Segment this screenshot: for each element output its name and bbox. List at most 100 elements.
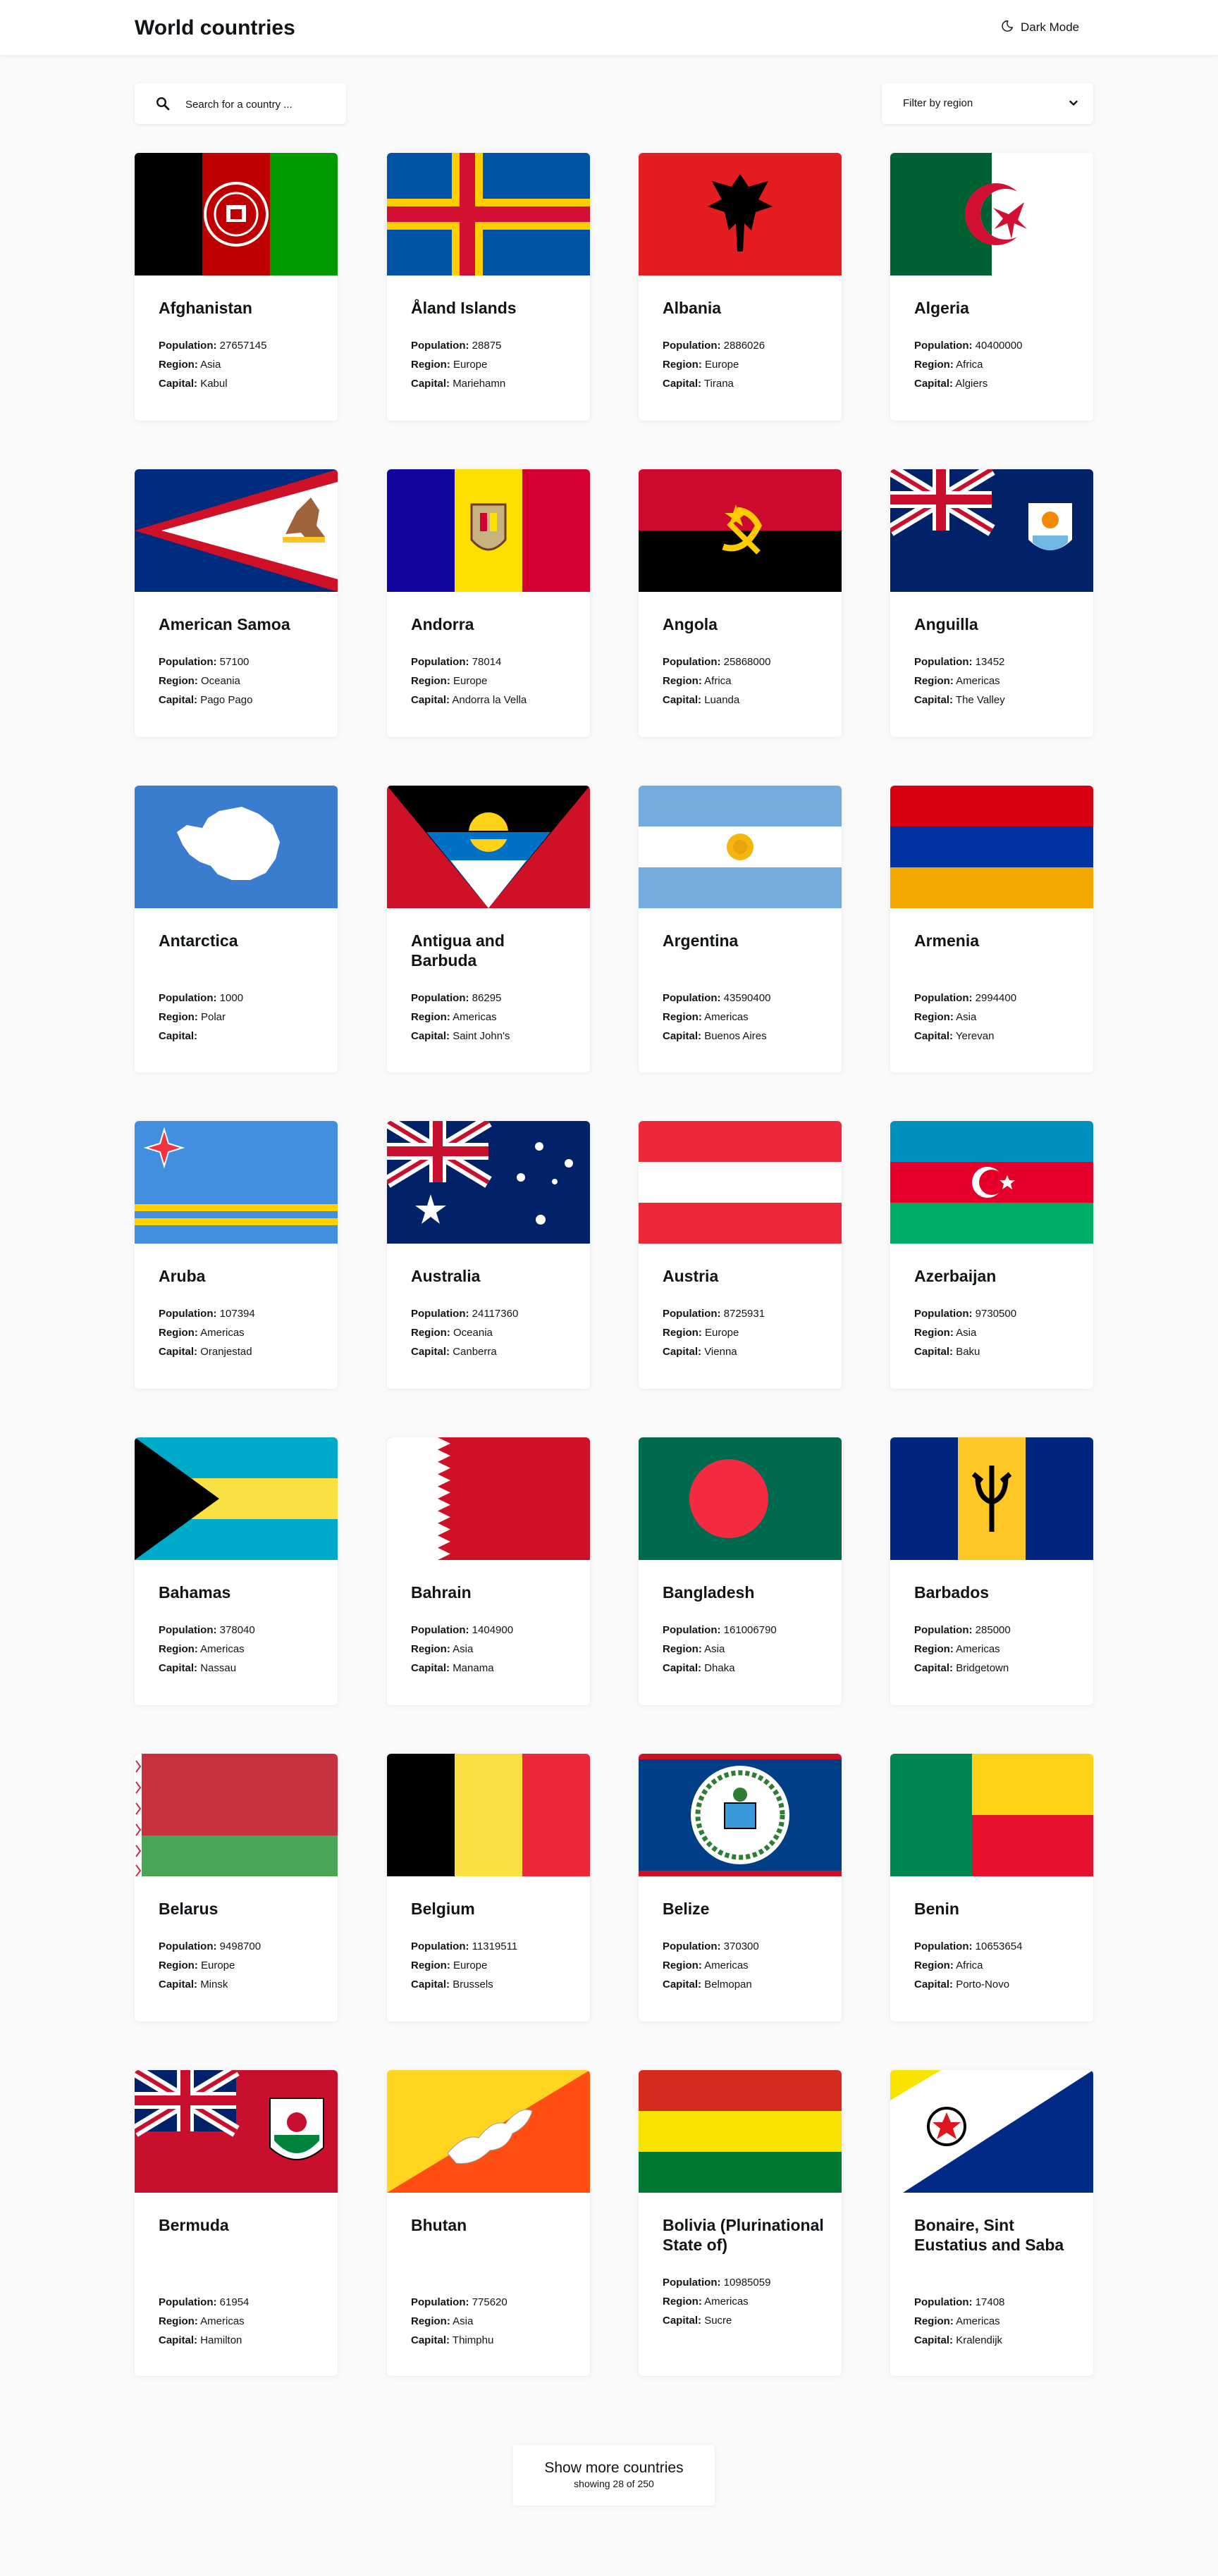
population-value: 10653654 xyxy=(975,1940,1023,1952)
search-box[interactable] xyxy=(135,83,346,125)
country-card[interactable]: American Samoa Population: 57100 Region:… xyxy=(135,469,338,737)
country-name: Afghanistan xyxy=(159,299,252,317)
country-card[interactable]: Armenia Population: 2994400 Region: Asia… xyxy=(890,786,1093,1072)
region-label: Region: xyxy=(411,675,450,687)
search-icon xyxy=(156,97,170,114)
country-name: Belarus xyxy=(159,1900,219,1918)
region-value: Asia xyxy=(453,1643,474,1655)
population-value: 24117360 xyxy=(472,1308,519,1320)
country-card[interactable]: Aruba Population: 107394 Region: America… xyxy=(135,1121,338,1389)
country-card[interactable]: Antarctica Population: 1000 Region: Pola… xyxy=(135,786,338,1072)
country-card[interactable]: Anguilla Population: 13452 Region: Ameri… xyxy=(890,469,1093,737)
population-value: 13452 xyxy=(975,656,1005,668)
capital-value: Buenos Aires xyxy=(704,1030,767,1042)
capital-label: Capital: xyxy=(159,694,198,706)
region-value: Americas xyxy=(956,1643,1000,1655)
capital-label: Capital: xyxy=(914,1346,954,1358)
region-value: Americas xyxy=(704,1011,749,1023)
show-more-button[interactable]: Show more countries showing 28 of 250 xyxy=(513,2445,715,2506)
country-card[interactable]: Afghanistan Population: 27657145 Region:… xyxy=(135,153,338,421)
country-card[interactable]: Albania Population: 2886026 Region: Euro… xyxy=(639,153,842,421)
region-value: Europe xyxy=(453,675,488,687)
country-card[interactable]: Angola Population: 25868000 Region: Afri… xyxy=(639,469,842,737)
andorra-flag xyxy=(387,469,590,592)
capital-label: Capital: xyxy=(914,2334,954,2346)
country-card[interactable]: Algeria Population: 40400000 Region: Afr… xyxy=(890,153,1093,421)
country-card[interactable]: Bolivia (Plurinational State of) Populat… xyxy=(639,2070,842,2376)
country-name: Antigua and Barbuda xyxy=(411,931,505,970)
population-label: Population: xyxy=(159,1940,217,1952)
country-name: Åland Islands xyxy=(411,299,517,317)
capital-label: Capital: xyxy=(159,1979,198,1990)
country-card[interactable]: Bermuda Population: 61954 Region: Americ… xyxy=(135,2070,338,2376)
country-card[interactable]: Bahrain Population: 1404900 Region: Asia… xyxy=(387,1437,590,1705)
region-label: Region: xyxy=(663,2296,702,2308)
country-card[interactable]: Bahamas Population: 378040 Region: Ameri… xyxy=(135,1437,338,1705)
region-value: Africa xyxy=(956,1959,983,1971)
population-value: 1404900 xyxy=(472,1624,514,1636)
capital-value: Yerevan xyxy=(955,1030,995,1042)
region-value: Asia xyxy=(956,1011,977,1023)
population-label: Population: xyxy=(159,340,217,352)
capital-label: Capital: xyxy=(159,1346,198,1358)
country-name: Australia xyxy=(411,1267,481,1285)
country-name: Andorra xyxy=(411,615,474,633)
argentina-flag xyxy=(639,786,842,908)
capital-value: Manama xyxy=(453,1662,494,1674)
search-input[interactable] xyxy=(184,83,342,125)
country-name: American Samoa xyxy=(159,615,290,633)
population-value: 107394 xyxy=(219,1308,255,1320)
country-card[interactable]: Azerbaijan Population: 9730500 Region: A… xyxy=(890,1121,1093,1389)
capital-value: Mariehamn xyxy=(453,378,506,390)
population-value: 1000 xyxy=(219,992,244,1004)
country-card[interactable]: Antigua and Barbuda Population: 86295 Re… xyxy=(387,786,590,1072)
chevron-down-icon xyxy=(1068,97,1079,112)
capital-label: Capital: xyxy=(411,1346,450,1358)
capital-label: Capital: xyxy=(411,2334,450,2346)
region-value: Polar xyxy=(201,1011,226,1023)
capital-label: Capital: xyxy=(159,378,198,390)
country-card[interactable]: Bhutan Population: 775620 Region: Asia C… xyxy=(387,2070,590,2376)
population-value: 775620 xyxy=(472,2296,508,2308)
region-label: Region: xyxy=(159,675,198,687)
antarctica-flag xyxy=(135,786,338,908)
population-value: 17408 xyxy=(975,2296,1005,2308)
region-filter[interactable]: Filter by region xyxy=(882,83,1093,124)
capital-value: Pago Pago xyxy=(200,694,253,706)
population-label: Population: xyxy=(914,1308,973,1320)
country-card[interactable]: Australia Population: 24117360 Region: O… xyxy=(387,1121,590,1389)
country-card[interactable]: Åland Islands Population: 28875 Region: … xyxy=(387,153,590,421)
albania-flag xyxy=(639,153,842,275)
country-name: Azerbaijan xyxy=(914,1267,997,1285)
population-value: 9498700 xyxy=(219,1940,262,1952)
country-card[interactable]: Andorra Population: 78014 Region: Europe… xyxy=(387,469,590,737)
country-name: Barbados xyxy=(914,1583,990,1602)
country-card[interactable]: Austria Population: 8725931 Region: Euro… xyxy=(639,1121,842,1389)
region-value: Oceania xyxy=(453,1327,493,1339)
population-value: 86295 xyxy=(472,992,502,1004)
armenia-flag xyxy=(890,786,1093,908)
country-name: Antarctica xyxy=(159,931,238,950)
dark-mode-toggle[interactable]: Dark Mode xyxy=(1001,17,1079,38)
country-card[interactable]: Bonaire, Sint Eustatius and Saba Populat… xyxy=(890,2070,1093,2376)
region-label: Region: xyxy=(663,1959,702,1971)
region-value: Europe xyxy=(201,1959,235,1971)
country-card[interactable]: Argentina Population: 43590400 Region: A… xyxy=(639,786,842,1072)
country-card[interactable]: Belarus Population: 9498700 Region: Euro… xyxy=(135,1754,338,2021)
region-value: Asia xyxy=(200,359,221,371)
population-label: Population: xyxy=(159,1624,217,1636)
country-card[interactable]: Belize Population: 370300 Region: Americ… xyxy=(639,1754,842,2021)
capital-label: Capital: xyxy=(411,1979,450,1990)
country-card[interactable]: Benin Population: 10653654 Region: Afric… xyxy=(890,1754,1093,2021)
region-value: Americas xyxy=(704,1959,749,1971)
capital-value: The Valley xyxy=(955,694,1005,706)
country-card[interactable]: Belgium Population: 11319511 Region: Eur… xyxy=(387,1754,590,2021)
country-card[interactable]: Barbados Population: 285000 Region: Amer… xyxy=(890,1437,1093,1705)
population-label: Population: xyxy=(914,656,973,668)
region-value: Asia xyxy=(453,2315,474,2327)
population-label: Population: xyxy=(159,1308,217,1320)
country-card[interactable]: Bangladesh Population: 161006790 Region:… xyxy=(639,1437,842,1705)
bangladesh-flag xyxy=(639,1437,842,1560)
region-label: Region: xyxy=(914,675,954,687)
capital-value: Thimphu xyxy=(452,2334,494,2346)
